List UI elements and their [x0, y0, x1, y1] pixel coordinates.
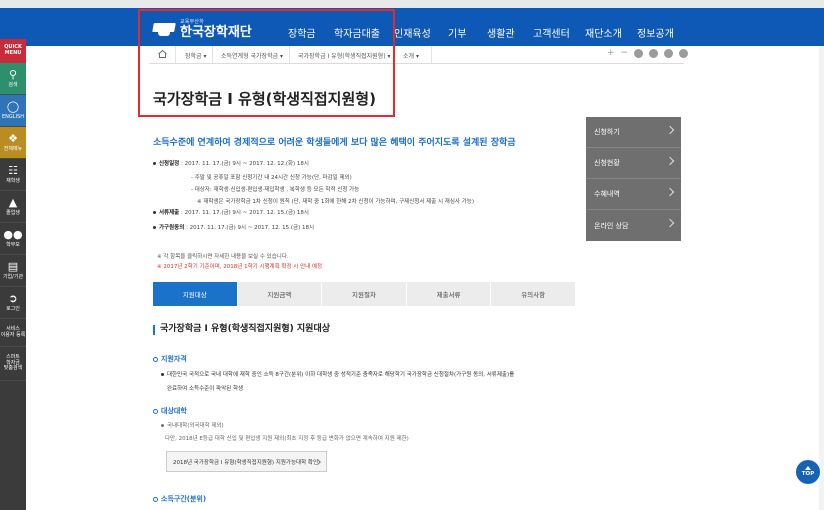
page: 교육부산하 한국장학재단 장학금 학자금대출 인재육성 기부 생활관 고객센터 …: [0, 0, 824, 510]
quick-label: 서비스 이용자 등록: [0, 325, 26, 338]
chevron-right-icon: [665, 156, 675, 166]
circle-bullet-icon: [153, 356, 158, 362]
side-status[interactable]: 신청현황: [586, 148, 681, 179]
university-heading: 대상대학: [153, 406, 187, 416]
tab-cautions[interactable]: 유의사항: [491, 282, 575, 306]
semester-note: ※ 2017년 2학기 기준이며, 2018년 1학기 시행계획 확정 시 안내…: [157, 264, 323, 270]
apply-note-2: - 대상자: 재학생·신입생·편입생·재입학생 , 복학생 등 모든 학적 신청…: [191, 187, 360, 193]
quick-all-menu[interactable]: ❖ 전체메뉴: [0, 127, 26, 159]
side-consult[interactable]: 온라인 상담: [586, 210, 681, 241]
apply-note-3: ※ 재학생은 국가장학금 1차 신청이 원칙 (단, 재학 중 1회에 한해 2…: [197, 199, 475, 205]
print-icon[interactable]: [634, 49, 644, 58]
quick-label: 재학생: [6, 177, 20, 184]
tab-amount[interactable]: 지원금액: [237, 282, 322, 306]
university-check-button[interactable]: 2018년 국가장학금 I 유형(학생직접지원형) 지원가능대학 확인: [166, 451, 327, 472]
quick-label: 학부모: [6, 241, 20, 248]
content-tabs: 지원대상 지원금액 지원절차 제출서류 유의사항: [153, 282, 575, 306]
globe-icon: ◯: [6, 100, 20, 114]
circle-bullet-icon: [153, 496, 158, 502]
quick-menu-title: QUICK MENU: [0, 39, 26, 63]
tab-eligibility[interactable]: 지원대상: [153, 282, 237, 306]
book-icon: ☷: [8, 164, 18, 178]
quick-companies[interactable]: ▤ 기업/기관: [0, 255, 26, 287]
eligibility-line-1: 대한민국 국적으로 국내 대학에 재학 중인 소득 8구간(분위) 이하 대학생…: [161, 370, 514, 378]
quick-students[interactable]: ☷ 재학생: [0, 159, 26, 191]
compass-icon: ❖: [8, 132, 18, 146]
quick-service-register[interactable]: 서비스 이용자 등록: [0, 319, 26, 347]
quick-label: 졸업생: [6, 209, 20, 216]
university-line-1: 국내대학(외국대학 제외): [161, 421, 224, 429]
side-menu: 신청하기 신청현황 수혜내역 온라인 상담: [586, 117, 681, 241]
document-schedule: 서류제출 : 2017. 11. 17.(금) 9시 ~ 2017. 12. 1…: [153, 210, 309, 217]
breadcrumb-intro[interactable]: 소개 ▾: [403, 51, 419, 60]
quick-search[interactable]: ⚲ 검색: [0, 63, 26, 95]
section-title: 국가장학금 I 유형(학생직접지원형) 지원대상: [153, 324, 330, 335]
family-consent-schedule: 가구원동의 : 2017. 11. 17.(금) 9시 ~ 2017. 12. …: [153, 225, 314, 232]
quick-label: 검색: [8, 81, 18, 88]
university-line-2: 다만, 2018년 E등급 대학 신입 및 편입생 지원 제외(최초 지정 후 …: [165, 436, 409, 442]
site-header: 교육부산하 한국장학재단 장학금 학자금대출 인재육성 기부 생활관 고객센터 …: [0, 8, 824, 46]
eligibility-line-2: 완료하여 소득수준이 파악된 학생: [167, 386, 244, 392]
login-icon: ➲: [8, 292, 18, 306]
graduation-cap-icon: ▲: [8, 196, 18, 210]
nav-item-disclosure[interactable]: 정보공개: [637, 25, 674, 40]
twitter-icon[interactable]: [664, 49, 674, 58]
intro-text: 소득수준에 연계하여 경제적으로 어려운 학생들에게 보다 많은 혜택이 주어지…: [153, 138, 516, 148]
highlight-box: [138, 9, 395, 117]
back-to-top-button[interactable]: TOP: [796, 460, 820, 484]
scrollbar-track[interactable]: [819, 46, 824, 510]
search-icon: ⚲: [8, 68, 18, 82]
browser-top-bar: [0, 0, 824, 8]
nav-item-about[interactable]: 재단소개: [585, 25, 622, 40]
quick-label: 로그인: [6, 305, 20, 312]
page-tools: + −: [607, 49, 689, 58]
chevron-right-icon: [665, 218, 675, 228]
building-icon: ▤: [7, 260, 19, 274]
nav-item-dormitory[interactable]: 생활관: [487, 25, 515, 40]
chevron-right-icon: [665, 125, 675, 135]
quick-graduates[interactable]: ▲ 졸업생: [0, 191, 26, 223]
nav-item-talent[interactable]: 인재육성: [394, 25, 431, 40]
tab-documents[interactable]: 제출서류: [406, 282, 491, 306]
circle-bullet-icon: [153, 408, 158, 414]
people-icon: ●●: [3, 228, 23, 242]
kakao-icon[interactable]: [679, 49, 689, 58]
quick-label: 기업/기관: [2, 273, 24, 280]
arrow-up-icon: [805, 466, 811, 471]
tab-procedure[interactable]: 지원절차: [322, 282, 406, 306]
side-apply[interactable]: 신청하기: [586, 117, 681, 148]
quick-parents[interactable]: ●● 학부모: [0, 223, 26, 255]
eligibility-heading: 지원자격: [153, 354, 187, 364]
quick-english[interactable]: ◯ ENGLISH: [0, 95, 26, 127]
zoom-out-button[interactable]: −: [621, 49, 629, 58]
apply-note-1: - 주말 및 공휴일 포함 신청기간 내 24시간 신청 가능(단, 마감일 제…: [191, 175, 352, 181]
quick-label: 전체메뉴: [3, 145, 23, 152]
zoom-in-button[interactable]: +: [607, 49, 615, 58]
apply-schedule: 신청일정 : 2017. 11. 17.(금) 9시 ~ 2017. 12. 1…: [153, 161, 309, 168]
quick-login[interactable]: ➲ 로그인: [0, 287, 26, 319]
chevron-right-icon: [665, 187, 675, 197]
facebook-icon[interactable]: [649, 49, 659, 58]
quick-menu: QUICK MENU ⚲ 검색 ◯ ENGLISH ❖ 전체메뉴 ☷ 재학생 ▲ …: [0, 39, 26, 510]
nav-item-donation[interactable]: 기부: [448, 25, 466, 40]
click-note: ※ 각 항목을 클릭하시면 자세한 내용을 보실 수 있습니다.: [157, 254, 289, 260]
nav-item-customer-center[interactable]: 고객센터: [533, 25, 570, 40]
side-history[interactable]: 수혜내역: [586, 179, 681, 210]
income-heading: 소득구간(분위): [153, 494, 206, 504]
quick-smart-search[interactable]: 스마트 학자금 맞춤검색: [0, 347, 26, 381]
quick-label: 스마트 학자금 맞춤검색: [3, 353, 23, 372]
quick-label: ENGLISH: [2, 113, 24, 120]
